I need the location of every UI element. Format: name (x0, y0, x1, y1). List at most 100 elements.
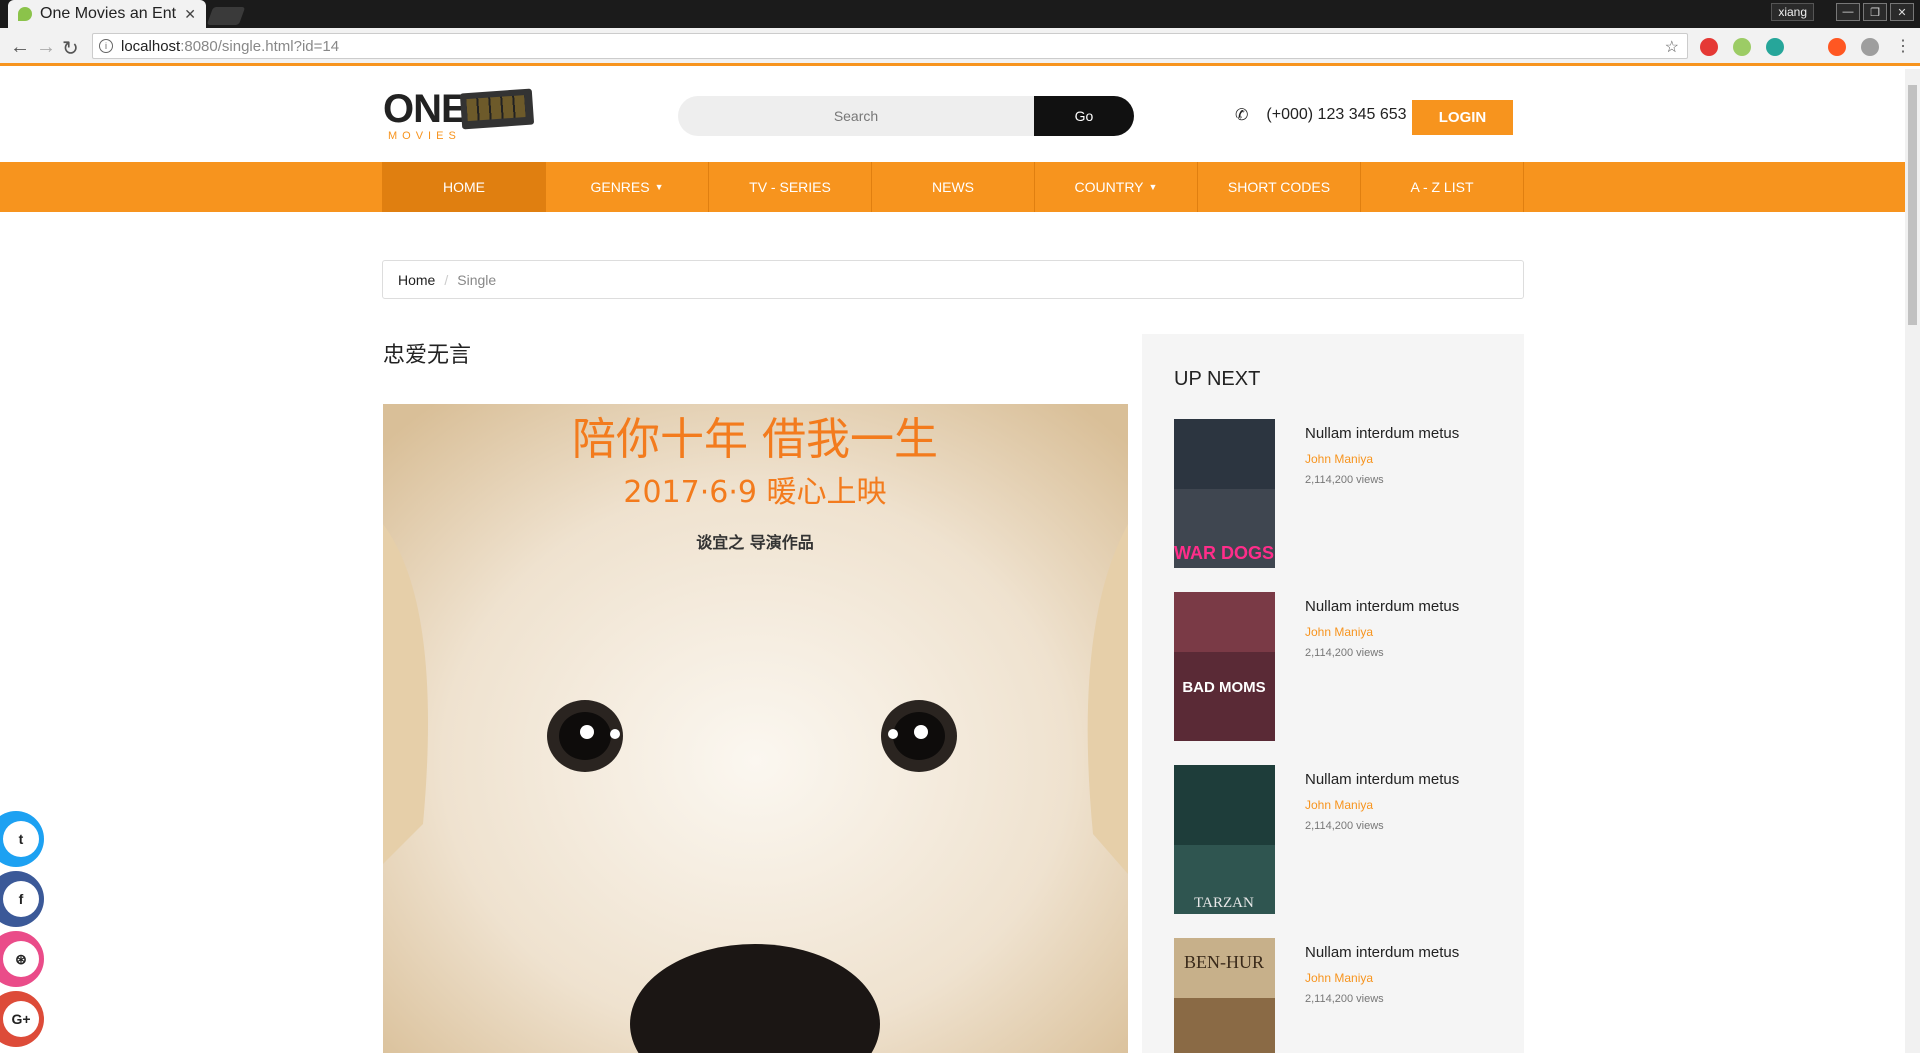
logo-subtext: MOVIES (388, 130, 461, 142)
login-button[interactable]: LOGIN (1412, 100, 1513, 135)
item-title[interactable]: Nullam interdum metus (1305, 425, 1459, 442)
thumbnail[interactable]: WAR DOGS (1174, 419, 1275, 568)
nav-country[interactable]: COUNTRY ▼ (1035, 162, 1198, 212)
up-next-item[interactable]: TARZAN Nullam interdum metus John Maniya… (1174, 765, 1504, 915)
nav-tv-series[interactable]: TV - SERIES (709, 162, 872, 212)
nav-home[interactable]: HOME (383, 162, 546, 212)
item-author[interactable]: John Maniya (1305, 452, 1373, 466)
favicon-icon (18, 7, 32, 21)
back-icon[interactable]: ← (10, 36, 30, 59)
url-path: :8080/single.html?id=14 (180, 37, 340, 55)
up-next-item[interactable]: WAR DOGS Nullam interdum metus John Mani… (1174, 419, 1504, 569)
item-title[interactable]: Nullam interdum metus (1305, 771, 1459, 788)
twitter-icon: t (3, 821, 39, 857)
item-title[interactable]: Nullam interdum metus (1305, 598, 1459, 615)
bookmark-star-icon[interactable]: ☆ (1665, 37, 1679, 57)
site-header: ONE MOVIES Go ✆ (+000) 123 345 653 LOGIN (0, 69, 1905, 162)
nav-label: NEWS (932, 179, 974, 195)
google-plus-share-button[interactable]: G+ (0, 991, 44, 1047)
thumbnail[interactable]: TARZAN (1174, 765, 1275, 914)
facebook-share-button[interactable]: f (0, 871, 44, 927)
up-next-item[interactable]: BEN-HUR Nullam interdum metus John Maniy… (1174, 938, 1504, 1053)
poster-director: 谈宜之 导演作品 (696, 533, 814, 552)
nav-short-codes[interactable]: SHORT CODES (1198, 162, 1361, 212)
svg-text:WAR DOGS: WAR DOGS (1174, 543, 1274, 563)
nav-label: HOME (443, 179, 485, 195)
tab-title: One Movies an Ent (40, 5, 177, 22)
breadcrumb-separator: / (444, 271, 449, 288)
forward-icon[interactable]: → (36, 36, 56, 59)
profile-name[interactable]: xiang (1771, 3, 1814, 21)
main-nav: HOME GENRES ▼ TV - SERIES NEWS COUNTRY ▼ S… (0, 162, 1905, 212)
svg-text:TARZAN: TARZAN (1194, 895, 1254, 911)
nav-label: TV - SERIES (749, 179, 831, 195)
breadcrumb: Home / Single (382, 260, 1524, 299)
address-toolbar: ← → ↻ i localhost:8080/single.html?id=14… (0, 28, 1920, 66)
caret-down-icon: ▼ (1148, 182, 1158, 192)
nav-a-z-list[interactable]: A - Z LIST (1361, 162, 1524, 212)
item-views: 2,114,200 views (1305, 820, 1384, 832)
item-views: 2,114,200 views (1305, 647, 1384, 659)
up-next-sidebar: UP NEXT WAR DOGS Nullam interdum metus J… (1142, 334, 1524, 1053)
thumbnail[interactable]: BAD MOMS (1174, 592, 1275, 741)
movie-title: 忠爱无言 (383, 343, 472, 368)
phone-number: (+000) 123 345 653 (1266, 106, 1407, 123)
svg-text:BAD MOMS: BAD MOMS (1182, 679, 1265, 696)
up-next-heading: UP NEXT (1174, 368, 1261, 390)
minimize-icon[interactable]: — (1836, 3, 1860, 21)
new-tab-button[interactable] (206, 7, 246, 25)
nav-label: GENRES (590, 179, 650, 195)
menu-icon[interactable]: ⋮ (1895, 36, 1911, 56)
nav-label: A - Z LIST (1410, 179, 1474, 195)
logo-text: ONE (383, 87, 468, 131)
svg-text:BEN-HUR: BEN-HUR (1184, 952, 1264, 972)
item-title[interactable]: Nullam interdum metus (1305, 944, 1459, 961)
search-button[interactable]: Go (1034, 96, 1134, 136)
scrollbar-thumb[interactable] (1908, 85, 1917, 325)
facebook-icon: f (3, 881, 39, 917)
phone-icon: ✆ (1235, 107, 1249, 124)
film-reel-icon (459, 88, 535, 130)
site-logo[interactable]: ONE MOVIES (383, 87, 535, 147)
nav-news[interactable]: NEWS (872, 162, 1035, 212)
extension-icon[interactable] (1861, 38, 1879, 56)
adblock-icon[interactable] (1700, 38, 1718, 56)
extension-icon[interactable] (1766, 38, 1784, 56)
item-views: 2,114,200 views (1305, 474, 1384, 486)
search-input[interactable] (678, 96, 1034, 136)
item-author[interactable]: John Maniya (1305, 625, 1373, 639)
page-scrollbar[interactable] (1905, 69, 1920, 1053)
restore-icon[interactable]: ❐ (1863, 3, 1887, 21)
contact-phone: ✆ (+000) 123 345 653 (1235, 105, 1407, 125)
close-tab-icon[interactable]: ✕ (184, 6, 196, 23)
close-window-icon[interactable]: ✕ (1890, 3, 1914, 21)
url-input[interactable]: i localhost:8080/single.html?id=14 ☆ (92, 33, 1688, 59)
info-icon[interactable]: i (99, 39, 113, 53)
thumbnail[interactable]: BEN-HUR (1174, 938, 1275, 1053)
nav-genres[interactable]: GENRES ▼ (546, 162, 709, 212)
dribbble-share-button[interactable]: ⊛ (0, 931, 44, 987)
url-host: localhost (121, 37, 181, 55)
item-author[interactable]: John Maniya (1305, 971, 1373, 985)
reload-icon[interactable]: ↻ (62, 36, 79, 61)
item-author[interactable]: John Maniya (1305, 798, 1373, 812)
poster-image: 陪你十年 借我一生 2017·6·9 暖心上映 谈宜之 导演作品 (383, 404, 1128, 1053)
nav-label: SHORT CODES (1227, 179, 1331, 195)
movie-poster[interactable]: 陪你十年 借我一生 2017·6·9 暖心上映 谈宜之 导演作品 (383, 404, 1128, 1053)
breadcrumb-home-link[interactable]: Home (398, 272, 435, 288)
caret-down-icon: ▼ (654, 182, 664, 192)
twitter-share-button[interactable]: t (0, 811, 44, 867)
google-plus-icon: G+ (3, 1001, 39, 1037)
browser-tab-strip: One Movies an Ent ✕ xiang — ❐ ✕ (0, 0, 1920, 28)
web-page: ONE MOVIES Go ✆ (+000) 123 345 653 LOGIN… (0, 69, 1905, 1053)
breadcrumb-current: Single (457, 271, 497, 288)
poster-tagline: 陪你十年 借我一生 (572, 414, 938, 465)
search-form: Go (678, 96, 1134, 136)
item-views: 2,114,200 views (1305, 993, 1384, 1005)
browser-tab[interactable]: One Movies an Ent ✕ (8, 0, 206, 28)
up-next-item[interactable]: BAD MOMS Nullam interdum metus John Mani… (1174, 592, 1504, 742)
nav-label: COUNTRY (1074, 179, 1144, 195)
extension-icon[interactable] (1733, 38, 1751, 56)
extension-icon[interactable] (1828, 38, 1846, 56)
dribbble-icon: ⊛ (3, 941, 39, 977)
